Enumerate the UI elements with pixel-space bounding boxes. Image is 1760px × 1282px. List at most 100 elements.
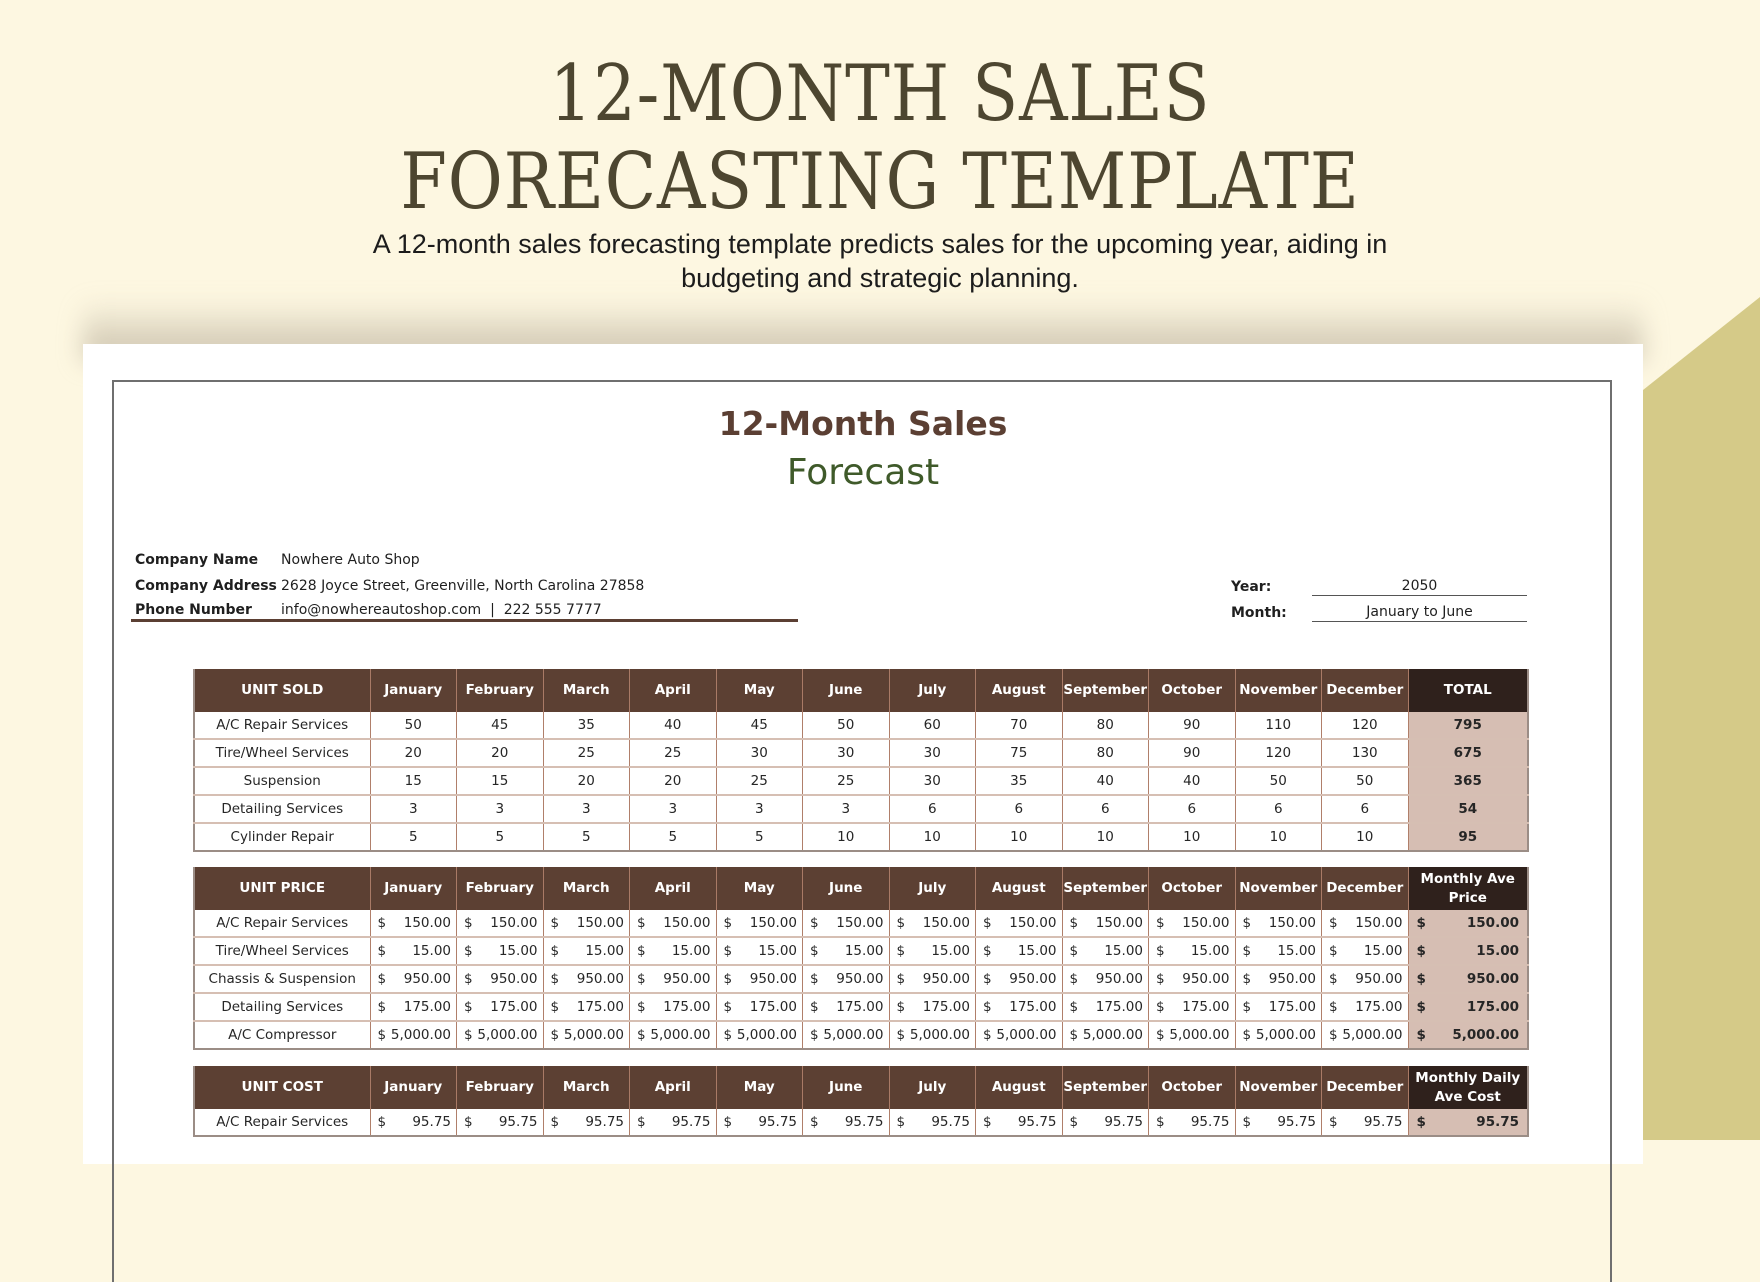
table-cell-december: 130 xyxy=(1321,739,1409,768)
currency-value: $950.00 xyxy=(890,971,976,987)
amount: 5,000.00 xyxy=(1342,1027,1403,1043)
amount: 175.00 xyxy=(663,999,711,1015)
column-header-october: October xyxy=(1148,1066,1236,1109)
amount: 15.00 xyxy=(931,943,970,959)
amount: 950.00 xyxy=(663,971,711,987)
amount: 150.00 xyxy=(403,915,451,931)
amount: 150.00 xyxy=(1095,915,1143,931)
amount: 95.75 xyxy=(1017,1114,1057,1130)
column-header-september: September xyxy=(1062,867,1149,910)
currency-value: $95.75 xyxy=(1322,1114,1408,1130)
column-header-january: January xyxy=(370,669,457,712)
currency-value: $175.00 xyxy=(1063,999,1149,1015)
currency-value: $15.00 xyxy=(803,943,889,959)
column-header-june: June xyxy=(802,669,890,712)
table-cell-may: 30 xyxy=(716,739,803,768)
currency-symbol: $ xyxy=(550,1027,560,1043)
table-cell-january: $95.75 xyxy=(370,1109,457,1137)
total-header-line2: Price xyxy=(1448,889,1487,906)
hero-subtitle-line2: budgeting and strategic planning. xyxy=(681,263,1079,293)
row-label: A/C Repair Services xyxy=(194,1109,371,1137)
row-total: 95 xyxy=(1408,823,1528,852)
table-cell-july: $175.00 xyxy=(889,993,976,1022)
column-header-category: UNIT COST xyxy=(194,1066,371,1109)
table-cell-july: 30 xyxy=(889,739,976,768)
company-name-label: Company Name xyxy=(135,552,259,568)
table-cell-may: $15.00 xyxy=(716,937,803,966)
amount: 175.00 xyxy=(1095,999,1143,1015)
amount: 15.00 xyxy=(412,943,451,959)
table-row: Detailing Services $175.00 $175.00 $175.00 $… xyxy=(194,993,1528,1022)
amount: 175.00 xyxy=(403,999,451,1015)
table-cell-january: $15.00 xyxy=(370,937,457,966)
table-cell-november: 50 xyxy=(1235,767,1322,796)
amount: 175.00 xyxy=(922,999,970,1015)
currency-symbol: $ xyxy=(723,971,733,987)
table-cell-april: 5 xyxy=(629,823,717,852)
table-cell-february: $5,000.00 xyxy=(456,1021,544,1050)
amount: 95.75 xyxy=(1363,1114,1403,1130)
amount: 5,000.00 xyxy=(823,1027,884,1043)
currency-value: $15.00 xyxy=(890,943,976,959)
currency-symbol: $ xyxy=(464,971,473,987)
currency-symbol: $ xyxy=(896,971,906,987)
table-cell-march: $950.00 xyxy=(543,965,630,994)
table-row: Cylinder Repair 5 5 5 5 5 10 10 10 10 10 10 10 95 xyxy=(194,823,1528,852)
table-cell-january: 50 xyxy=(370,712,457,740)
amount: 95.75 xyxy=(412,1114,451,1130)
amount: 150.00 xyxy=(1182,915,1230,931)
currency-value: $150.00 xyxy=(371,915,457,931)
column-header-category: UNIT PRICE xyxy=(194,867,371,910)
currency-symbol: $ xyxy=(1416,1114,1426,1130)
currency-symbol: $ xyxy=(896,1027,906,1043)
currency-value: $95.75 xyxy=(890,1114,976,1130)
column-header-january: January xyxy=(370,1066,457,1109)
amount: 175.00 xyxy=(1009,999,1057,1015)
currency-value: $175.00 xyxy=(803,999,889,1015)
table-cell-may: $950.00 xyxy=(716,965,803,994)
amount: 150.00 xyxy=(490,915,538,931)
currency-value: $950.00 xyxy=(976,971,1062,987)
currency-value: $95.75 xyxy=(371,1114,457,1130)
currency-symbol: $ xyxy=(1069,943,1079,959)
currency-symbol: $ xyxy=(464,1114,473,1130)
currency-value: $950.00 xyxy=(1149,971,1235,987)
currency-symbol: $ xyxy=(983,943,992,959)
currency-symbol: $ xyxy=(896,999,906,1015)
amount: 150.00 xyxy=(1009,915,1057,931)
table-cell-january: $950.00 xyxy=(370,965,457,994)
row-total: 675 xyxy=(1408,739,1528,768)
table-cell-august: 75 xyxy=(975,739,1063,768)
unit-price-table: UNIT PRICE January February March April May Ju… xyxy=(193,867,1529,1050)
currency-value: $150.00 xyxy=(890,915,976,931)
currency-value: $5,000.00 xyxy=(371,1027,457,1043)
column-header-august: August xyxy=(975,669,1063,712)
company-address-label: Company Address xyxy=(135,578,277,594)
table-cell-july: $15.00 xyxy=(889,937,976,966)
currency-value: $950.00 xyxy=(544,971,630,987)
table-cell-september: $175.00 xyxy=(1062,993,1149,1022)
amount: 5,000.00 xyxy=(1255,1027,1316,1043)
amount: 95.75 xyxy=(758,1114,797,1130)
table-cell-july: $950.00 xyxy=(889,965,976,994)
currency-symbol: $ xyxy=(1156,999,1165,1015)
table-cell-january: 15 xyxy=(370,767,457,796)
currency-symbol: $ xyxy=(1329,1027,1338,1043)
currency-symbol: $ xyxy=(1156,1114,1165,1130)
row-total: $95.75 xyxy=(1408,1109,1528,1137)
table-cell-february: $950.00 xyxy=(456,965,544,994)
table-cell-october: 10 xyxy=(1148,823,1236,852)
currency-symbol: $ xyxy=(1242,1027,1252,1043)
table-cell-october: $95.75 xyxy=(1148,1109,1236,1137)
amount: 5,000.00 xyxy=(563,1027,624,1043)
table-cell-september: $5,000.00 xyxy=(1062,1021,1149,1050)
table-cell-may: $95.75 xyxy=(716,1109,803,1137)
column-header-august: August xyxy=(975,1066,1063,1109)
amount: 150.00 xyxy=(1268,915,1316,931)
table-cell-february: 15 xyxy=(456,767,544,796)
currency-value: $5,000.00 xyxy=(1063,1027,1149,1043)
currency-value: $95.75 xyxy=(457,1114,543,1130)
currency-symbol: $ xyxy=(983,915,992,931)
currency-symbol: $ xyxy=(637,1027,646,1043)
table-cell-july: $5,000.00 xyxy=(889,1021,976,1050)
